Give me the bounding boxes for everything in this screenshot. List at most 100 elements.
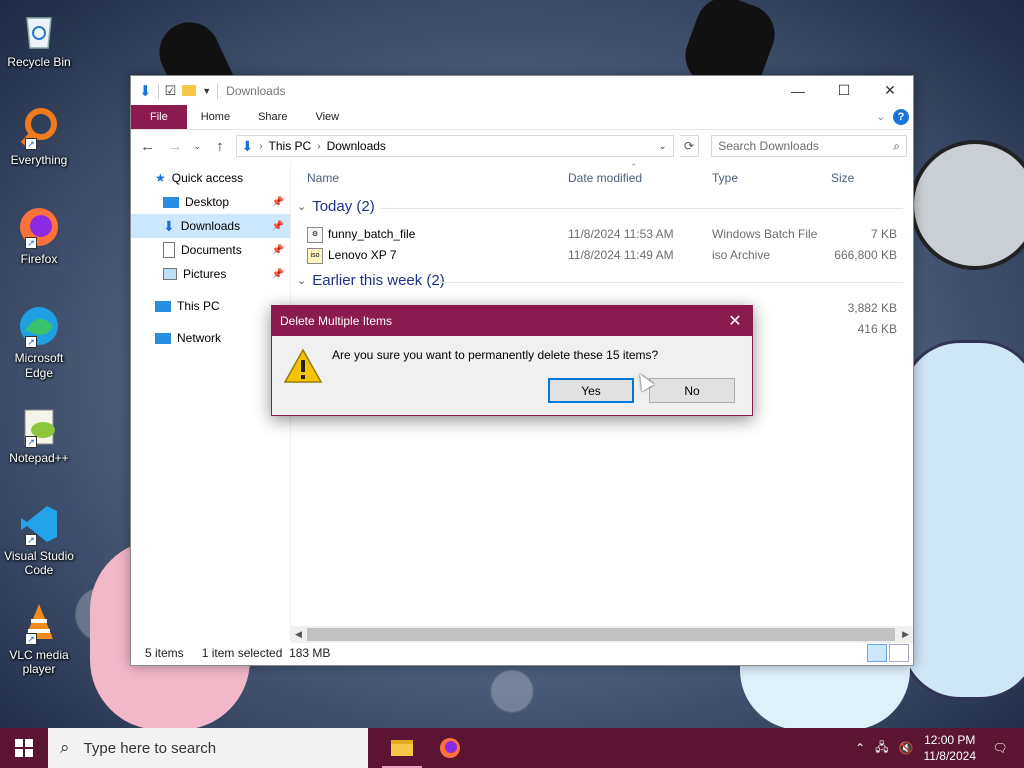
- maximize-button[interactable]: ☐: [821, 76, 867, 105]
- breadcrumb-this-pc[interactable]: This PC: [269, 139, 312, 153]
- desktop-icon-recycle-bin[interactable]: Recycle Bin: [4, 8, 74, 69]
- system-tray: ⌃ 🖧 🔇 12:00 PM 11/8/2024 🗨: [855, 732, 1024, 764]
- desktop-icon-vscode[interactable]: ↗ Visual Studio Code: [4, 502, 74, 577]
- scrollbar-thumb[interactable]: [307, 628, 895, 641]
- tab-file[interactable]: File: [131, 105, 187, 129]
- dialog-message: Are you sure you want to permanently del…: [332, 348, 659, 362]
- start-button[interactable]: [0, 728, 48, 768]
- search-placeholder: Search Downloads: [718, 139, 819, 153]
- taskbar-search-placeholder: Type here to search: [83, 739, 217, 757]
- taskbar-search-input[interactable]: ⌕ Type here to search: [48, 728, 368, 768]
- dialog-title: Delete Multiple Items: [280, 314, 393, 328]
- file-size: 666,800 KB: [834, 247, 897, 262]
- taskbar-file-explorer[interactable]: [378, 728, 426, 768]
- navigation-bar: ← → ⌄ ↑ ⬇ › This PC › Downloads ⌄ ⟳ Sear…: [131, 130, 913, 162]
- chevron-up-icon[interactable]: ⌃: [855, 741, 865, 755]
- warning-icon: [283, 348, 323, 384]
- refresh-button[interactable]: ⟳: [679, 135, 700, 157]
- column-header-name[interactable]: Name: [307, 171, 339, 185]
- shortcut-arrow-icon: ↗: [25, 336, 37, 348]
- edge-icon: ↗: [17, 304, 61, 348]
- file-row[interactable]: iso Lenovo XP 7 11/8/2024 11:49 AM iso A…: [307, 244, 913, 265]
- sidebar-item-pictures[interactable]: Pictures 📌: [131, 262, 290, 286]
- file-date: 11/8/2024 11:53 AM: [568, 226, 674, 241]
- pictures-icon: [163, 268, 177, 280]
- file-size: 3,882 KB: [847, 300, 897, 315]
- details-view-button[interactable]: [867, 644, 887, 662]
- shortcut-arrow-icon: ↗: [25, 237, 37, 249]
- customize-quick-access-icon[interactable]: ▼: [202, 86, 211, 96]
- download-folder-icon: ⬇: [241, 137, 254, 154]
- computer-icon: [155, 300, 171, 312]
- dialog-title-bar[interactable]: Delete Multiple Items ✕: [272, 306, 752, 336]
- download-folder-icon: ⬇: [139, 82, 152, 100]
- navigation-pane: ★ Quick access Desktop 📌 ⬇ Downloads 📌 D…: [131, 162, 291, 641]
- volume-muted-icon[interactable]: 🔇: [899, 741, 914, 755]
- file-size: 7 KB: [870, 226, 897, 241]
- network-icon[interactable]: 🖧: [875, 738, 888, 759]
- windows-logo-icon: [15, 739, 33, 757]
- expand-ribbon-icon[interactable]: ⌄: [877, 112, 885, 123]
- search-icon: ⌕: [893, 138, 901, 153]
- no-button[interactable]: No: [649, 378, 735, 403]
- dialog-close-button[interactable]: ✕: [718, 311, 752, 331]
- desktop-icon-notepad-plus-plus[interactable]: ↗ Notepad++: [4, 404, 74, 465]
- desktop-icon-firefox[interactable]: ↗ Firefox: [4, 205, 74, 266]
- desktop-icon-vlc[interactable]: ↗ VLC media player: [4, 601, 74, 676]
- tab-home[interactable]: Home: [187, 105, 244, 129]
- recycle-bin-icon: [17, 8, 61, 52]
- desktop-icon-everything[interactable]: ↗ Everything: [4, 106, 74, 167]
- sidebar-item-this-pc[interactable]: This PC: [131, 294, 290, 318]
- star-icon: ★: [155, 171, 166, 185]
- file-row[interactable]: ⚙ funny_batch_file 11/8/2024 11:53 AM Wi…: [307, 223, 913, 244]
- taskbar-firefox[interactable]: [426, 728, 474, 768]
- taskbar: ⌕ Type here to search ⌃ 🖧 🔇 12:00 PM 11/…: [0, 728, 1024, 768]
- chevron-down-icon[interactable]: ⌄: [658, 141, 672, 152]
- large-icons-view-button[interactable]: [889, 644, 909, 662]
- title-bar[interactable]: ⬇ ☑ ▼ Downloads — ☐ ✕: [131, 76, 913, 105]
- search-input[interactable]: Search Downloads ⌕: [711, 135, 908, 157]
- divider: [381, 208, 903, 209]
- group-header-today[interactable]: ⌄ Today (2): [297, 198, 375, 215]
- column-header-type[interactable]: Type: [712, 171, 738, 185]
- scroll-right-icon[interactable]: ▶: [902, 629, 909, 640]
- sidebar-item-quick-access[interactable]: ★ Quick access: [131, 166, 290, 190]
- notifications-icon[interactable]: 🗨: [986, 741, 1014, 755]
- group-header-earlier-this-week[interactable]: ⌄ Earlier this week (2): [297, 272, 445, 289]
- shortcut-arrow-icon: ↗: [25, 436, 37, 448]
- file-size: 416 KB: [857, 321, 897, 336]
- file-type: iso Archive: [712, 247, 771, 262]
- address-bar[interactable]: ⬇ › This PC › Downloads ⌄: [236, 135, 674, 157]
- desktop-icon-edge[interactable]: ↗ Microsoft Edge: [4, 304, 74, 381]
- close-button[interactable]: ✕: [867, 76, 913, 105]
- sidebar-item-desktop[interactable]: Desktop 📌: [131, 190, 290, 214]
- properties-icon[interactable]: ☑: [165, 83, 177, 99]
- delete-confirmation-dialog[interactable]: Delete Multiple Items ✕ Are you sure you…: [271, 305, 753, 416]
- back-button[interactable]: ←: [137, 138, 158, 155]
- breadcrumb-downloads[interactable]: Downloads: [327, 139, 386, 153]
- yes-button[interactable]: Yes: [548, 378, 634, 403]
- scroll-left-icon[interactable]: ◀: [295, 629, 302, 640]
- item-count: 5 items: [145, 646, 184, 660]
- sidebar-item-network[interactable]: Network: [131, 326, 290, 350]
- wallpaper-character: [910, 140, 1024, 270]
- pin-icon: 📌: [271, 244, 284, 256]
- search-icon: ⌕: [60, 738, 70, 757]
- sidebar-item-documents[interactable]: Documents 📌: [131, 238, 290, 262]
- sidebar-item-downloads[interactable]: ⬇ Downloads 📌: [131, 214, 290, 238]
- tab-view[interactable]: View: [301, 105, 353, 129]
- help-icon[interactable]: ?: [893, 109, 909, 125]
- minimize-button[interactable]: —: [775, 76, 821, 105]
- column-header-date[interactable]: Date modified: [568, 171, 642, 185]
- up-button[interactable]: ↑: [209, 138, 230, 155]
- shortcut-arrow-icon: ↗: [25, 534, 37, 546]
- tab-share[interactable]: Share: [244, 105, 301, 129]
- forward-button[interactable]: →: [164, 138, 185, 155]
- clock[interactable]: 12:00 PM 11/8/2024: [924, 732, 977, 764]
- new-folder-icon[interactable]: [182, 85, 197, 96]
- selection-info: 1 item selected 183 MB: [201, 646, 331, 660]
- recent-locations-button[interactable]: ⌄: [192, 141, 204, 152]
- documents-icon: [163, 242, 175, 258]
- status-bar: 5 items 1 item selected 183 MB: [131, 641, 913, 665]
- column-header-size[interactable]: Size: [831, 171, 854, 185]
